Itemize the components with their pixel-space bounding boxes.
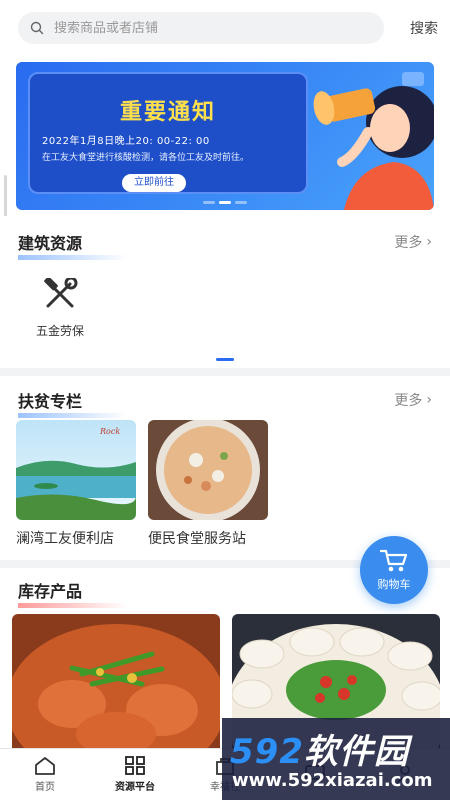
stock-title: 库存产品 [18,582,83,601]
store-name: 便民食堂服务站 [148,531,246,547]
section-title: 库存产品 [18,578,128,608]
search-box[interactable] [18,12,384,44]
search-icon [30,21,44,35]
megaphone-woman-illustration [313,72,434,210]
banner-section: 重要通知 2022年1月8日晚上20: 00-22: 00 在工友大食堂进行核酸… [0,56,450,216]
chevron-right-icon: › [426,234,432,250]
svg-text:Rock: Rock [99,427,120,436]
banner-dot-active[interactable] [219,201,231,204]
banner-dots [203,201,247,204]
watermark-brand: 软件园 [303,732,409,772]
top-bar: 搜索 [0,0,450,56]
store-name: 澜湾工友便利店 [16,531,114,547]
product-card[interactable] [12,614,220,754]
grid-icon [125,756,145,775]
building-resources-section: 建筑资源 更多 › 五金劳保 [0,216,450,368]
watermark: 592软件园 www.592xiazai.com [222,718,450,800]
wrench-hammer-icon [44,276,78,308]
banner-dot[interactable] [203,201,215,204]
building-more-link[interactable]: 更多 › [394,232,432,252]
section-title: 扶贫专栏 [18,388,128,418]
notice-board: 重要通知 2022年1月8日晚上20: 00-22: 00 在工友大食堂进行核酸… [28,72,308,194]
title-underline [18,603,128,608]
category-hardware[interactable]: 五金劳保 [28,276,92,339]
tab-label: 资源平台 [115,782,155,793]
notice-title: 重要通知 [119,100,216,125]
store-image [148,420,268,520]
category-label: 五金劳保 [35,324,84,338]
poverty-more-link[interactable]: 更多 › [394,390,432,410]
tab-home[interactable]: 首页 [0,749,90,800]
poverty-title: 扶贫专栏 [18,392,83,411]
tab-label: 首页 [35,782,55,793]
chevron-right-icon: › [426,392,432,408]
cart-button[interactable]: 购物车 [360,536,428,604]
more-label: 更多 [394,235,423,251]
title-underline [18,255,128,260]
watermark-url: www.592xiazai.com [232,770,433,791]
building-title: 建筑资源 [18,234,83,253]
poverty-section: 扶贫专栏 更多 › Rock 澜湾工友便利店 便民食堂服务站 [0,376,450,560]
notice-text: 在工友大食堂进行核酸检测，请各位工友及时前往。 [42,153,250,163]
product-image [12,614,220,754]
title-underline [18,413,128,418]
tab-resource-platform[interactable]: 资源平台 [90,749,180,800]
notice-banner[interactable]: 重要通知 2022年1月8日晚上20: 00-22: 00 在工友大食堂进行核酸… [16,62,434,210]
watermark-logo: 592软件园 [230,724,409,773]
store-image: Rock [16,420,136,520]
search-input[interactable] [54,20,354,36]
cart-icon [379,549,408,572]
store-card[interactable]: 便民食堂服务站 [148,420,268,548]
go-now-button[interactable]: 立即前往 [122,174,186,192]
search-button[interactable]: 搜索 [410,18,438,38]
section-title: 建筑资源 [18,230,128,260]
cart-label: 购物车 [377,578,411,591]
home-icon [35,757,55,775]
notice-date: 2022年1月8日晚上20: 00-22: 00 [42,136,210,147]
watermark-number: 592 [230,732,304,772]
more-label: 更多 [394,393,423,409]
app-screen: 搜索 重要通知 2022年1月8日晚上20: 00-22: 00 在工友大食堂进… [0,0,450,800]
banner-dot[interactable] [235,201,247,204]
store-card[interactable]: Rock 澜湾工友便利店 [16,420,136,548]
page-indicator [216,358,234,361]
